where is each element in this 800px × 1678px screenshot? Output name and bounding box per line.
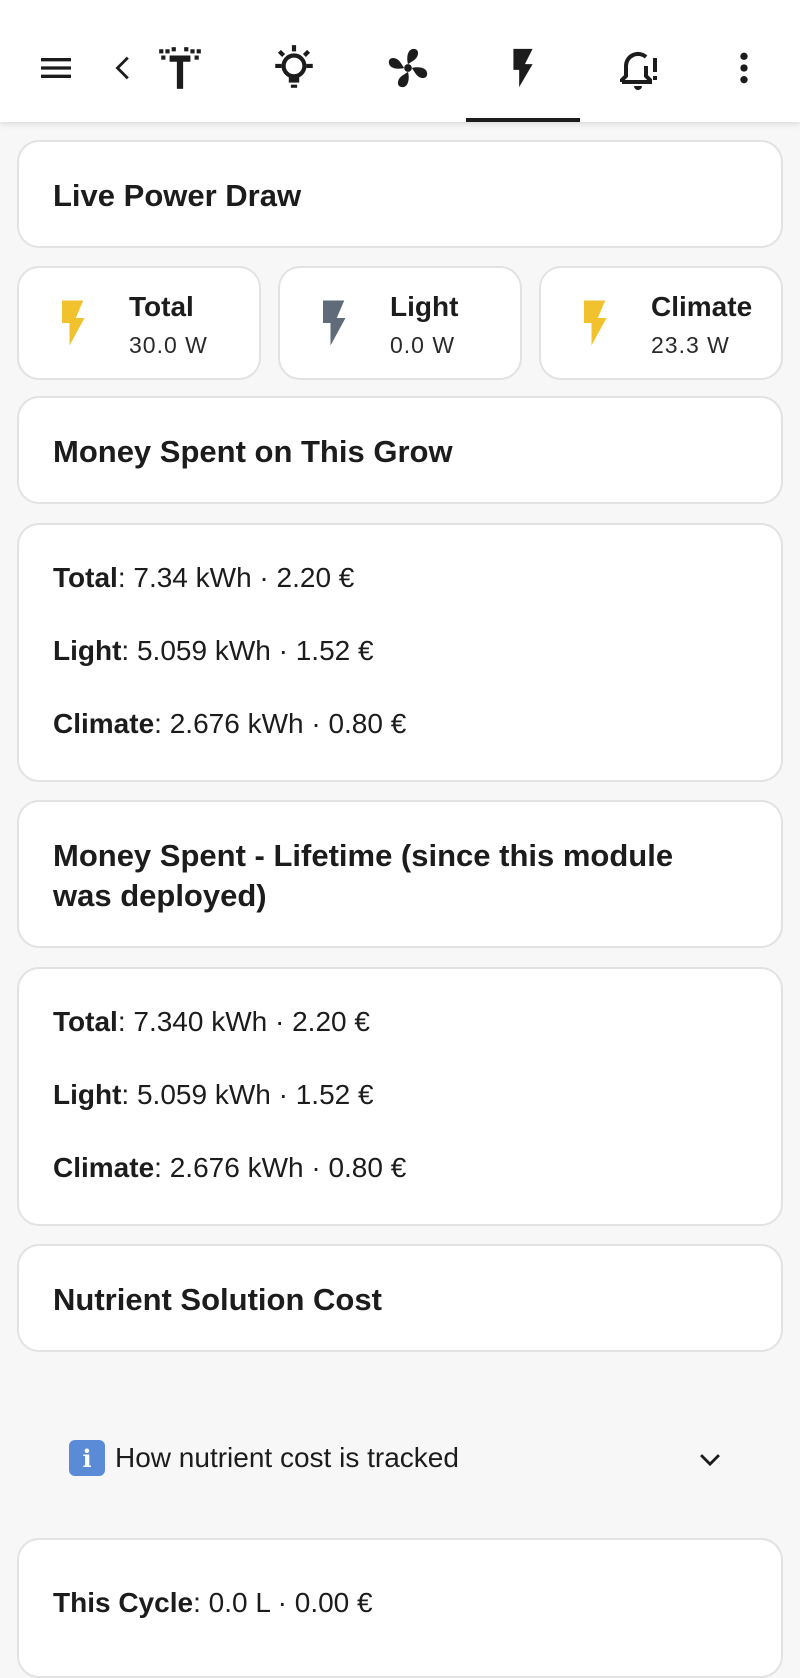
row-label: Total <box>53 562 118 593</box>
chip-label: Climate <box>651 291 753 322</box>
back-icon <box>115 56 129 80</box>
fan-icon <box>388 48 428 88</box>
chip-value: 30.0 W <box>129 332 208 358</box>
lightning-icon <box>62 300 85 346</box>
power-chip-light[interactable]: Light 0.0 W <box>278 266 522 380</box>
nutrient-cycle-row: This Cycle: 0.0 L · 0.00 € <box>53 1586 373 1620</box>
grow-cost-light-row: Light: 5.059 kWh · 1.52 € <box>53 634 374 668</box>
row-label: Light <box>53 635 122 666</box>
nutrient-cost-title-card: Nutrient Solution Cost <box>17 1244 783 1352</box>
row-value: : 2.676 kWh · 0.80 € <box>154 708 407 739</box>
grow-cost-card: Total: 7.34 kWh · 2.20 € Light: 5.059 kW… <box>17 523 783 782</box>
row-label: This Cycle <box>53 1587 194 1618</box>
lightning-icon <box>513 48 533 88</box>
lightning-icon <box>584 300 607 346</box>
chip-label: Light <box>390 291 459 322</box>
row-value: : 5.059 kWh · 1.52 € <box>121 635 374 666</box>
live-power-title: Live Power Draw <box>53 178 302 213</box>
chip-value: 0.0 W <box>390 332 456 358</box>
more-options-button[interactable] <box>716 28 772 108</box>
chip-label: Total <box>129 291 194 322</box>
power-chip-total[interactable]: Total 30.0 W <box>17 266 261 380</box>
nutrient-info-expander[interactable]: i How nutrient cost is tracked <box>17 1410 783 1506</box>
lifetime-cost-title-card: Money Spent - Lifetime (since this modul… <box>17 800 783 948</box>
nutrient-cost-title: Nutrient Solution Cost <box>53 1282 382 1317</box>
active-tab-indicator <box>466 118 580 122</box>
row-value: : 7.340 kWh · 2.20 € <box>117 1006 370 1037</box>
lightning-icon <box>323 300 346 346</box>
grow-cost-climate-row: Climate: 2.676 kWh · 0.80 € <box>53 707 406 741</box>
lifetime-climate-row: Climate: 2.676 kWh · 0.80 € <box>53 1151 406 1185</box>
tab-power[interactable] <box>495 28 551 108</box>
live-power-title-card: Live Power Draw <box>17 140 783 248</box>
row-label: Climate <box>53 708 155 739</box>
row-value: : 0.0 L · 0.00 € <box>193 1587 373 1618</box>
tab-irrigation[interactable] <box>152 28 208 108</box>
grow-cost-title: Money Spent on This Grow <box>53 434 453 469</box>
lifetime-cost-title-line1: Money Spent - Lifetime (since this modul… <box>53 838 674 873</box>
nutrient-cycle-card: This Cycle: 0.0 L · 0.00 € <box>17 1538 783 1678</box>
more-vert-icon <box>740 52 748 84</box>
lifetime-cost-title-line2: was deployed) <box>53 878 267 913</box>
row-label: Light <box>53 1079 122 1110</box>
info-icon: i <box>69 1440 105 1476</box>
chip-value: 23.3 W <box>651 332 730 358</box>
top-app-bar <box>0 0 800 122</box>
row-value: : 7.34 kWh · 2.20 € <box>117 562 355 593</box>
expander-label: How nutrient cost is tracked <box>115 1442 459 1473</box>
row-value: : 2.676 kWh · 0.80 € <box>154 1152 407 1183</box>
tab-climate[interactable] <box>380 28 436 108</box>
row-label: Climate <box>53 1152 155 1183</box>
bell-alert-icon <box>620 51 657 90</box>
grow-cost-title-card: Money Spent on This Grow <box>17 396 783 504</box>
tab-light[interactable] <box>266 28 322 108</box>
sprinkler-icon <box>159 47 201 89</box>
power-chip-climate[interactable]: Climate 23.3 W <box>539 266 783 380</box>
lifetime-cost-card: Total: 7.340 kWh · 2.20 € Light: 5.059 k… <box>17 967 783 1226</box>
lightbulb-icon <box>275 45 313 88</box>
row-value: : 5.059 kWh · 1.52 € <box>121 1079 374 1110</box>
menu-icon <box>41 58 71 78</box>
chevron-down-icon <box>700 1454 720 1467</box>
menu-button[interactable] <box>28 28 84 108</box>
lifetime-total-row: Total: 7.340 kWh · 2.20 € <box>53 1005 370 1039</box>
grow-cost-total-row: Total: 7.34 kWh · 2.20 € <box>53 561 354 595</box>
back-button[interactable] <box>96 28 152 108</box>
lifetime-light-row: Light: 5.059 kWh · 1.52 € <box>53 1078 374 1112</box>
row-label: Total <box>53 1006 118 1037</box>
tab-alerts[interactable] <box>610 28 666 108</box>
